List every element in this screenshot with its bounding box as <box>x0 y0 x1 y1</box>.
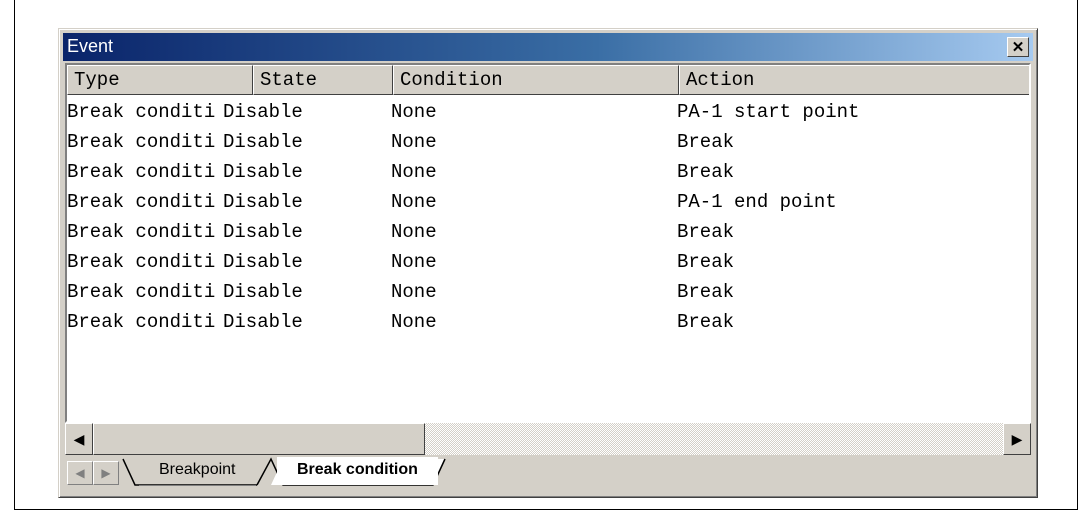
cell-condition: None <box>391 161 437 183</box>
cell-type: Break conditi <box>67 131 216 153</box>
cell-action: Break <box>677 221 735 243</box>
list-rows: Break conditi Disable None PA-1 start po… <box>67 97 1029 337</box>
event-list: Type State Condition Action Break condit… <box>65 63 1031 423</box>
table-row[interactable]: Break conditi Disable None Break <box>67 247 1029 277</box>
cell-type: Break conditi <box>67 281 216 303</box>
cell-state: Disable <box>223 191 303 213</box>
table-row[interactable]: Break conditi Disable None Break <box>67 127 1029 157</box>
cell-type: Break conditi <box>67 101 216 123</box>
cell-condition: None <box>391 251 437 273</box>
arrow-left-icon: ◀ <box>73 430 85 447</box>
column-header-type[interactable]: Type <box>67 65 253 95</box>
table-row[interactable]: Break conditi Disable None Break <box>67 307 1029 337</box>
title-bar[interactable]: Event ✕ <box>63 33 1033 61</box>
cell-state: Disable <box>223 251 303 273</box>
scroll-right-button[interactable]: ▶ <box>1003 423 1031 455</box>
cell-action: Break <box>677 131 735 153</box>
scroll-left-button[interactable]: ◀ <box>65 423 93 455</box>
cell-state: Disable <box>223 281 303 303</box>
scroll-thumb[interactable] <box>93 423 425 455</box>
cell-action: Break <box>677 251 735 273</box>
cell-type: Break conditi <box>67 251 216 273</box>
table-row[interactable]: Break conditi Disable None Break <box>67 277 1029 307</box>
cell-state: Disable <box>223 131 303 153</box>
cell-condition: None <box>391 101 437 123</box>
cell-action: Break <box>677 311 735 333</box>
cell-action: PA-1 end point <box>677 191 837 213</box>
triangle-left-icon: ◀ <box>75 466 85 480</box>
cell-action: PA-1 start point <box>677 101 860 123</box>
column-header-state[interactable]: State <box>253 65 393 95</box>
close-icon: ✕ <box>1011 38 1025 56</box>
arrow-right-icon: ▶ <box>1011 430 1023 447</box>
cell-state: Disable <box>223 311 303 333</box>
table-row[interactable]: Break conditi Disable None Break <box>67 217 1029 247</box>
tab-prev-button[interactable]: ◀ <box>67 461 93 485</box>
column-header-condition[interactable]: Condition <box>393 65 679 95</box>
close-button[interactable]: ✕ <box>1007 37 1029 57</box>
cell-type: Break conditi <box>67 161 216 183</box>
cell-state: Disable <box>223 101 303 123</box>
cell-condition: None <box>391 191 437 213</box>
table-row[interactable]: Break conditi Disable None Break <box>67 157 1029 187</box>
tab-bar: ◀ ▶ Breakpoint Break condition <box>65 457 1031 491</box>
cell-type: Break conditi <box>67 221 216 243</box>
cell-action: Break <box>677 281 735 303</box>
cell-condition: None <box>391 131 437 153</box>
cell-action: Break <box>677 161 735 183</box>
cell-type: Break conditi <box>67 191 216 213</box>
event-window: Event ✕ Type State Condition Action Brea… <box>58 28 1038 498</box>
cell-condition: None <box>391 281 437 303</box>
tab-next-button[interactable]: ▶ <box>93 461 119 485</box>
tab-breakpoint[interactable]: Breakpoint <box>139 457 256 486</box>
cell-type: Break conditi <box>67 311 216 333</box>
list-header: Type State Condition Action <box>67 65 1029 95</box>
cell-state: Disable <box>223 221 303 243</box>
tab-break-condition[interactable]: Break condition <box>277 457 438 485</box>
cell-state: Disable <box>223 161 303 183</box>
table-row[interactable]: Break conditi Disable None PA-1 start po… <box>67 97 1029 127</box>
triangle-right-icon: ▶ <box>101 466 111 480</box>
cell-condition: None <box>391 311 437 333</box>
horizontal-scrollbar[interactable]: ◀ ▶ <box>65 423 1031 455</box>
column-header-action[interactable]: Action <box>679 65 1029 95</box>
window-title: Event <box>67 36 114 56</box>
table-row[interactable]: Break conditi Disable None PA-1 end poin… <box>67 187 1029 217</box>
cell-condition: None <box>391 221 437 243</box>
